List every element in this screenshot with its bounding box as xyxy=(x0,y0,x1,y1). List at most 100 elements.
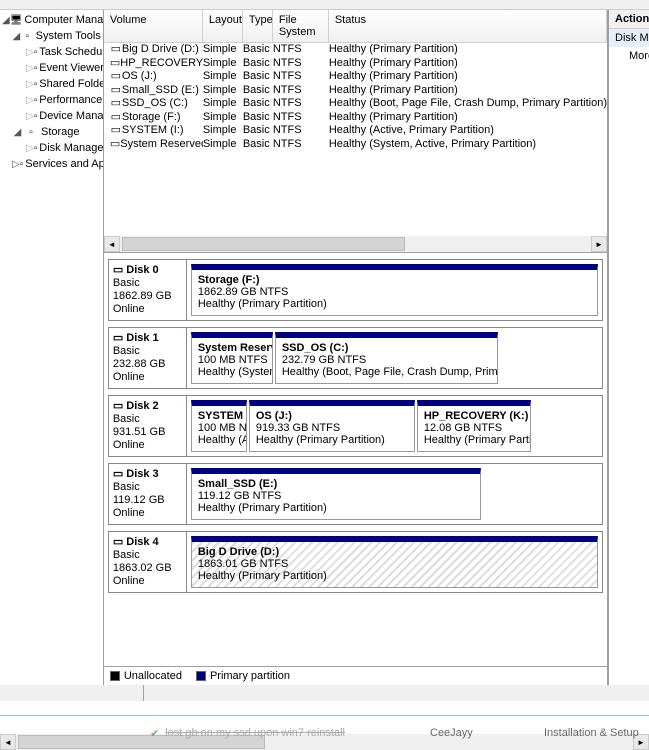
disk-info[interactable]: ▭Disk 0Basic1862.89 GBOnline xyxy=(109,260,187,320)
partition[interactable]: SYSTEM (I100 MB NTHealthy (A xyxy=(191,400,247,452)
tree-item[interactable]: ▷▫Task Scheduler xyxy=(0,44,103,60)
col-status[interactable]: Status xyxy=(329,10,607,42)
partition-size: 919.33 GB NTFS xyxy=(256,422,408,434)
event-icon: ▫ xyxy=(34,61,38,75)
disk-size: 1862.89 GB xyxy=(113,290,182,303)
volume-name: System Reserved xyxy=(120,138,203,152)
tree-item[interactable]: ▷▫Event Viewer xyxy=(0,60,103,76)
disk-state: Online xyxy=(113,303,182,316)
expand-icon[interactable]: ▷ xyxy=(12,159,20,170)
tree-root[interactable]: ◢ 🖥 Computer Management (Local xyxy=(0,12,103,28)
partition-size: 1862.89 GB NTFS xyxy=(198,286,591,298)
col-layout[interactable]: Layout xyxy=(203,10,243,42)
expand-icon[interactable]: ◢ xyxy=(12,31,21,42)
disk: ▭Disk 3Basic119.12 GBOnlineSmall_SSD (E:… xyxy=(108,463,603,525)
volume-row[interactable]: ▭SSD_OS (C:)SimpleBasicNTFSHealthy (Boot… xyxy=(104,97,607,111)
tree-label: Device Manager xyxy=(39,110,104,122)
volume-icon: ▭ xyxy=(110,111,122,125)
volume-status: Healthy (System, Active, Primary Partiti… xyxy=(329,138,607,152)
disk-icon: ▭ xyxy=(113,536,123,549)
partition[interactable]: System Reserve100 MB NTFSHealthy (System… xyxy=(191,332,273,384)
tree-item[interactable]: ◢▫System Tools xyxy=(0,28,103,44)
partition[interactable]: Big D Drive (D:)1863.01 GB NTFSHealthy (… xyxy=(191,536,598,588)
disk: ▭Disk 0Basic1862.89 GBOnlineStorage (F:)… xyxy=(108,259,603,321)
partition-name: SYSTEM (I xyxy=(198,410,240,422)
expand-icon[interactable]: ▷ xyxy=(26,143,34,154)
disk-graphical-view: ▭Disk 0Basic1862.89 GBOnlineStorage (F:)… xyxy=(104,252,607,666)
disk-info[interactable]: ▭Disk 1Basic232.88 GBOnline xyxy=(109,328,187,388)
tree-item[interactable]: ▷▫Services and Applications xyxy=(0,156,103,172)
partition-name: HP_RECOVERY (K:) xyxy=(424,410,524,422)
expand-icon[interactable]: ▷ xyxy=(26,63,34,74)
volume-icon: ▭ xyxy=(110,43,122,57)
partition-status: Healthy (System, xyxy=(198,366,266,378)
volume-status: Healthy (Primary Partition) xyxy=(329,43,607,57)
volume-name: SSD_OS (C:) xyxy=(122,97,188,111)
tree-item[interactable]: ▷▫Shared Folders xyxy=(0,76,103,92)
partition[interactable]: Small_SSD (E:)119.12 GB NTFSHealthy (Pri… xyxy=(191,468,481,520)
volume-row[interactable]: ▭Big D Drive (D:)SimpleBasicNTFSHealthy … xyxy=(104,43,607,57)
bottom-scrollbar[interactable]: ◄ ► xyxy=(0,685,649,701)
disk-state: Online xyxy=(113,575,182,588)
tree-item[interactable]: ▷▫Device Manager xyxy=(0,108,103,124)
partition[interactable]: SSD_OS (C:)232.79 GB NTFSHealthy (Boot, … xyxy=(275,332,498,384)
partition-size: 1863.01 GB NTFS xyxy=(198,558,591,570)
disk-info[interactable]: ▭Disk 4Basic1863.02 GBOnline xyxy=(109,532,187,592)
volume-status: Healthy (Primary Partition) xyxy=(329,111,607,125)
volume-icon: ▭ xyxy=(110,124,122,138)
volume-status: Healthy (Active, Primary Partition) xyxy=(329,124,607,138)
tree-label: Performance xyxy=(39,94,102,106)
disk-state: Online xyxy=(113,371,182,384)
partition[interactable]: OS (J:)919.33 GB NTFSHealthy (Primary Pa… xyxy=(249,400,415,452)
disk-size: 232.88 GB xyxy=(113,358,182,371)
disk-info[interactable]: ▭Disk 2Basic931.51 GBOnline xyxy=(109,396,187,456)
collapse-icon[interactable]: ◢ xyxy=(2,15,10,26)
tools-icon: ▫ xyxy=(21,29,34,43)
expand-icon[interactable]: ▷ xyxy=(26,79,34,90)
partition-size: 12.08 GB NTFS xyxy=(424,422,524,434)
expand-icon[interactable]: ▷ xyxy=(26,47,34,58)
volume-status: Healthy (Boot, Page File, Crash Dump, Pr… xyxy=(329,97,607,111)
partition[interactable]: HP_RECOVERY (K:)12.08 GB NTFSHealthy (Pr… xyxy=(417,400,531,452)
volume-fs: NTFS xyxy=(273,111,329,125)
legend-unallocated: Unallocated xyxy=(124,670,182,682)
expand-icon[interactable]: ▷ xyxy=(26,95,34,106)
volume-row[interactable]: ▭HP_RECOVERY (K:)SimpleBasicNTFSHealthy … xyxy=(104,57,607,71)
actions-disk-management[interactable]: Disk Management xyxy=(609,29,649,47)
volume-icon: ▭ xyxy=(110,57,120,71)
partition[interactable]: Storage (F:)1862.89 GB NTFSHealthy (Prim… xyxy=(191,264,598,316)
col-volume[interactable]: Volume xyxy=(104,10,203,42)
actions-more[interactable]: More Actions xyxy=(609,47,649,65)
primary-swatch xyxy=(196,671,206,681)
disk-icon: ▭ xyxy=(113,400,123,413)
volume-type: Basic xyxy=(243,84,273,98)
volume-row[interactable]: ▭Storage (F:)SimpleBasicNTFSHealthy (Pri… xyxy=(104,111,607,125)
disk-info[interactable]: ▭Disk 3Basic119.12 GBOnline xyxy=(109,464,187,524)
volume-fs: NTFS xyxy=(273,43,329,57)
expand-icon[interactable]: ◢ xyxy=(12,127,23,138)
disk-type: Basic xyxy=(113,277,182,290)
expand-icon[interactable]: ▷ xyxy=(26,111,34,122)
disk-size: 931.51 GB xyxy=(113,426,182,439)
scroll-left-icon[interactable]: ◄ xyxy=(104,236,120,252)
volume-hscroll[interactable]: ◄ ► xyxy=(104,236,607,252)
tree-label: Computer Management (Local xyxy=(24,14,103,26)
footer-text: lost gb on my ssd upon win7 reinstall xyxy=(165,727,345,739)
volume-row[interactable]: ▭OS (J:)SimpleBasicNTFSHealthy (Primary … xyxy=(104,70,607,84)
unallocated-swatch xyxy=(110,671,120,681)
tree-item[interactable]: ▷▫Disk Management xyxy=(0,140,103,156)
volume-row[interactable]: ▭System ReservedSimpleBasicNTFSHealthy (… xyxy=(104,138,607,152)
folder-icon: ▫ xyxy=(34,77,38,91)
volume-type: Basic xyxy=(243,111,273,125)
col-filesystem[interactable]: File System xyxy=(273,10,329,42)
tree-item[interactable]: ◢▫Storage xyxy=(0,124,103,140)
tree-item[interactable]: ▷▫Performance xyxy=(0,92,103,108)
footer: ✔ lost gb on my ssd upon win7 reinstall … xyxy=(0,715,649,750)
tree-label: System Tools xyxy=(36,30,101,42)
col-type[interactable]: Type xyxy=(243,10,273,42)
volume-name: Storage (F:) xyxy=(122,111,181,125)
volume-row[interactable]: ▭Small_SSD (E:)SimpleBasicNTFSHealthy (P… xyxy=(104,84,607,98)
scroll-right-icon[interactable]: ► xyxy=(591,236,607,252)
disk-icon: ▫ xyxy=(34,141,38,155)
volume-row[interactable]: ▭SYSTEM (I:)SimpleBasicNTFSHealthy (Acti… xyxy=(104,124,607,138)
